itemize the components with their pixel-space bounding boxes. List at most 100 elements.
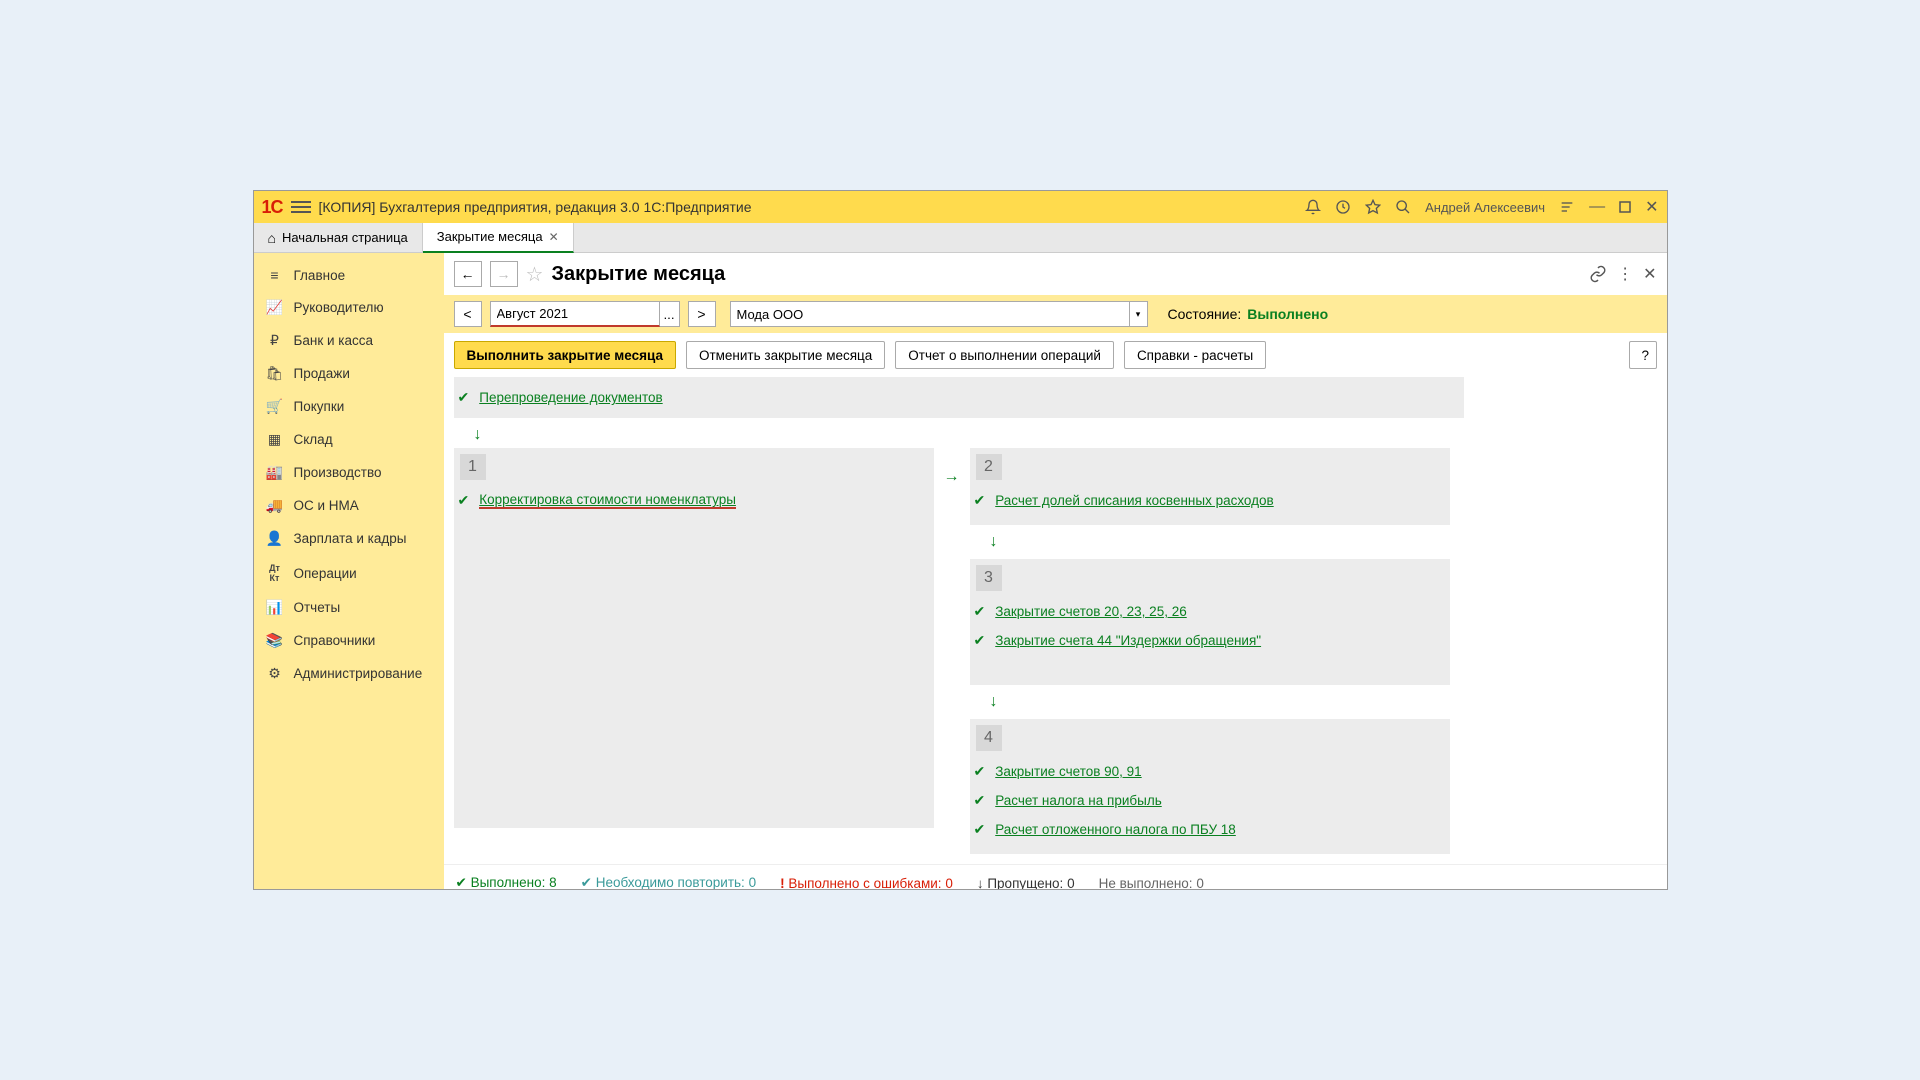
close-accounts-90-link[interactable]: Закрытие счетов 90, 91	[995, 764, 1141, 779]
settings-icon[interactable]	[1559, 198, 1575, 216]
book-icon: 📚	[266, 632, 284, 649]
block-3: 3 ✔ Закрытие счетов 20, 23, 25, 26 ✔ Зак…	[970, 559, 1450, 685]
tab-month-close[interactable]: Закрытие месяца ✕	[423, 223, 574, 253]
sidebar-item-label: Руководителю	[294, 300, 384, 315]
sidebar: ≡Главное 📈Руководителю ₽Банк и касса 🛍Пр…	[254, 253, 444, 889]
sidebar-item-label: Банк и касса	[294, 333, 374, 348]
titlebar-icons: Андрей Алексеевич — ✕	[1305, 197, 1658, 217]
status-errors: ! Выполнено с ошибками: 0	[780, 876, 953, 890]
tabs-row: ⌂ Начальная страница Закрытие месяца ✕	[254, 223, 1667, 253]
block-number: 2	[976, 454, 1002, 480]
minimize-icon[interactable]: —	[1589, 198, 1605, 216]
arrow-down-icon: ↓	[454, 422, 1657, 448]
check-icon: ✔	[974, 632, 986, 649]
sidebar-item-production[interactable]: 🏭Производство	[254, 456, 444, 489]
block-number: 3	[976, 565, 1002, 591]
tab-close-icon[interactable]: ✕	[549, 230, 559, 244]
close-account-44-link[interactable]: Закрытие счета 44 "Издержки обращения"	[995, 633, 1261, 648]
period-prev-button[interactable]: <	[454, 301, 482, 327]
filter-bar: < ... > ▾ Состояние: Выполнено	[444, 295, 1667, 333]
close-accounts-20-link[interactable]: Закрытие счетов 20, 23, 25, 26	[995, 604, 1187, 619]
hamburger-icon[interactable]	[291, 198, 311, 216]
organization-input[interactable]	[730, 301, 1130, 327]
execute-close-button[interactable]: Выполнить закрытие месяца	[454, 341, 676, 369]
sidebar-item-catalogs[interactable]: 📚Справочники	[254, 624, 444, 657]
check-icon: ✔	[974, 763, 986, 780]
search-icon[interactable]	[1395, 198, 1411, 216]
block-4: 4 ✔ Закрытие счетов 90, 91 ✔ Расчет нало…	[970, 719, 1450, 854]
bag-icon: 🛍	[266, 365, 284, 382]
status-done: ✔ Выполнено: 8	[456, 875, 557, 889]
sidebar-item-warehouse[interactable]: ▦Склад	[254, 423, 444, 456]
home-icon: ⌂	[268, 230, 276, 246]
references-button[interactable]: Справки - расчеты	[1124, 341, 1266, 369]
period-next-button[interactable]: >	[688, 301, 716, 327]
sidebar-item-label: Покупки	[294, 399, 345, 414]
bell-icon[interactable]	[1305, 198, 1321, 216]
repost-documents-link[interactable]: Перепроведение документов	[479, 390, 662, 405]
content: ← → ☆ Закрытие месяца ⋮ ✕ < ... >	[444, 253, 1667, 889]
page-title: Закрытие месяца	[551, 263, 1581, 286]
check-icon: ✔	[974, 603, 986, 620]
maximize-icon[interactable]	[1619, 198, 1631, 216]
boxes-icon: ▦	[266, 431, 284, 448]
sidebar-item-assets[interactable]: 🚚ОС и НМА	[254, 489, 444, 522]
chart-icon: 📈	[266, 299, 284, 316]
gear-icon: ⚙	[266, 665, 284, 682]
favorite-star-icon[interactable]: ☆	[526, 262, 544, 287]
check-icon: ✔	[974, 821, 986, 838]
close-panel-icon[interactable]: ✕	[1643, 264, 1656, 284]
bars-icon: 📊	[266, 599, 284, 616]
nav-back-button[interactable]: ←	[454, 261, 482, 287]
sidebar-item-label: Главное	[294, 268, 346, 283]
menu-icon: ≡	[266, 267, 284, 283]
sidebar-item-manager[interactable]: 📈 Руководителю	[254, 291, 444, 324]
action-bar: Выполнить закрытие месяца Отменить закры…	[444, 333, 1667, 377]
nav-forward-button[interactable]: →	[490, 261, 518, 287]
profit-tax-link[interactable]: Расчет налога на прибыль	[995, 793, 1162, 808]
tab-label: Начальная страница	[282, 230, 408, 245]
exclamation-icon: !	[780, 876, 785, 890]
help-button[interactable]: ?	[1629, 341, 1657, 369]
sidebar-item-main[interactable]: ≡ Главное	[254, 259, 444, 291]
username[interactable]: Андрей Алексеевич	[1425, 200, 1545, 215]
ruble-icon: ₽	[266, 332, 284, 349]
period-input[interactable]	[490, 301, 660, 327]
star-icon[interactable]	[1365, 198, 1381, 216]
check-icon: ✔	[458, 492, 470, 509]
status-skipped: ↓ Пропущено: 0	[977, 876, 1075, 890]
indirect-costs-link[interactable]: Расчет долей списания косвенных расходов	[995, 493, 1273, 508]
person-icon: 👤	[266, 530, 284, 547]
deferred-tax-link[interactable]: Расчет отложенного налога по ПБУ 18	[995, 822, 1236, 837]
sidebar-item-label: Производство	[294, 465, 382, 480]
check-icon: ✔	[974, 792, 986, 809]
block-1: 1 ✔ Корректировка стоимости номенклатуры	[454, 448, 934, 828]
sidebar-item-sales[interactable]: 🛍Продажи	[254, 357, 444, 390]
sidebar-item-hr[interactable]: 👤Зарплата и кадры	[254, 522, 444, 555]
app-title: [КОПИЯ] Бухгалтерия предприятия, редакци…	[319, 199, 1298, 215]
truck-icon: 🚚	[266, 497, 284, 514]
sidebar-item-purchases[interactable]: 🛒Покупки	[254, 390, 444, 423]
check-icon: ✔	[458, 389, 470, 406]
block-number: 4	[976, 725, 1002, 751]
sidebar-item-label: Отчеты	[294, 600, 341, 615]
status-notdone: Не выполнено: 0	[1099, 876, 1204, 890]
titlebar: 1C [КОПИЯ] Бухгалтерия предприятия, реда…	[254, 191, 1667, 223]
cancel-close-button[interactable]: Отменить закрытие месяца	[686, 341, 885, 369]
arrow-down-icon: ↓	[970, 529, 1450, 555]
sidebar-item-operations[interactable]: ДтКтОперации	[254, 555, 444, 591]
tab-home[interactable]: ⌂ Начальная страница	[254, 223, 423, 253]
nomenclature-cost-link[interactable]: Корректировка стоимости номенклатуры	[479, 492, 736, 509]
history-icon[interactable]	[1335, 198, 1351, 216]
close-icon[interactable]: ✕	[1645, 197, 1658, 217]
organization-dropdown-button[interactable]: ▾	[1130, 301, 1148, 327]
sidebar-item-bank[interactable]: ₽ Банк и касса	[254, 324, 444, 357]
check-icon: ✔	[456, 875, 467, 889]
link-icon[interactable]	[1589, 265, 1607, 283]
sidebar-item-admin[interactable]: ⚙Администрирование	[254, 657, 444, 690]
more-icon[interactable]: ⋮	[1617, 264, 1633, 284]
status-repeat: ✔ Необходимо повторить: 0	[581, 875, 756, 889]
period-picker-button[interactable]: ...	[660, 301, 680, 327]
operations-report-button[interactable]: Отчет о выполнении операций	[895, 341, 1114, 369]
sidebar-item-reports[interactable]: 📊 Отчеты	[254, 591, 444, 624]
